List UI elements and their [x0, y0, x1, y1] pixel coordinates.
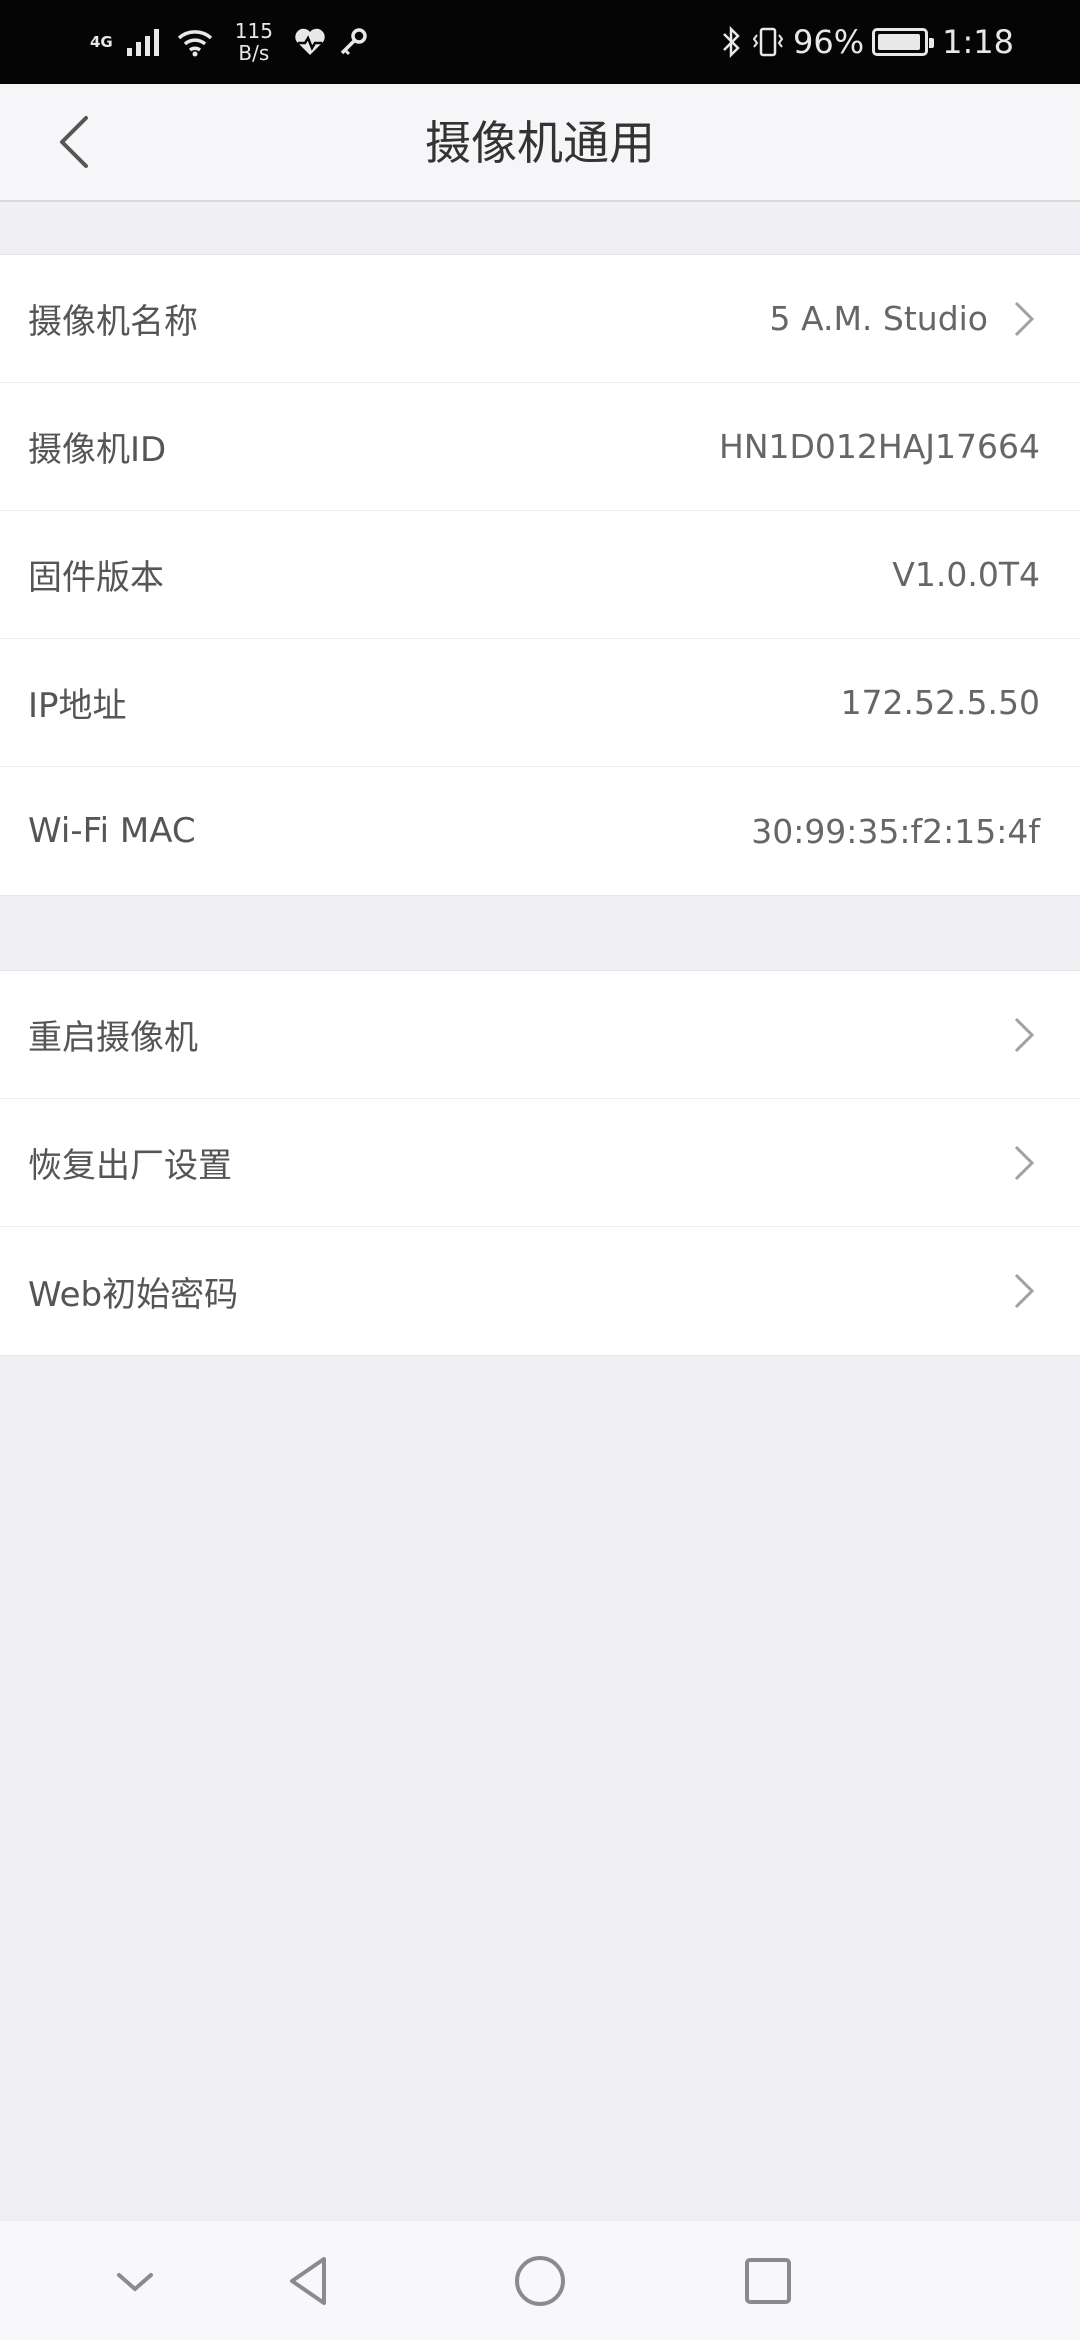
row-label: 恢复出厂设置 [28, 1146, 232, 1186]
web-initial-password-row[interactable]: Web初始密码 [0, 1227, 1080, 1355]
chevron-right-icon [1014, 301, 1035, 336]
signal-icon [126, 29, 159, 56]
wifi-icon [177, 30, 212, 57]
row-value: V1.0.0T4 [892, 555, 1040, 594]
recents-square-icon[interactable] [738, 2251, 798, 2311]
restart-camera-row[interactable]: 重启摄像机 [0, 971, 1080, 1099]
camera-name-row[interactable]: 摄像机名称 5 A.M. Studio [0, 255, 1080, 383]
chevron-right-icon [1014, 1273, 1035, 1309]
row-label: IP地址 [28, 686, 127, 726]
ip-address-row: IP地址 172.52.5.50 [0, 639, 1080, 767]
row-value: 5 A.M. Studio [769, 299, 988, 338]
row-value: 172.52.5.50 [840, 683, 1040, 722]
row-label: Wi-Fi MAC [28, 811, 196, 851]
page-title: 摄像机通用 [425, 116, 655, 170]
battery-level-fill [878, 34, 921, 50]
collapse-icon[interactable] [105, 2251, 165, 2311]
network-type: 4G [90, 33, 113, 51]
back-triangle-icon[interactable] [280, 2251, 340, 2311]
battery-percent: 96% [793, 23, 865, 61]
row-label: 重启摄像机 [28, 1018, 198, 1058]
row-label: 摄像机名称 [28, 302, 198, 342]
factory-reset-row[interactable]: 恢复出厂设置 [0, 1099, 1080, 1227]
vibrate-icon [752, 27, 784, 57]
firmware-version-row: 固件版本 V1.0.0T4 [0, 511, 1080, 639]
row-value: 30:99:35:f2:15:4f [751, 811, 1040, 851]
camera-info-list: 摄像机名称 5 A.M. Studio 摄像机ID HN1D012HAJ1766… [0, 254, 1080, 896]
app-header: 摄像机通用 [0, 84, 1080, 202]
network-speed: 115 B/s [234, 19, 273, 65]
battery-icon [872, 28, 935, 56]
row-label: 摄像机ID [28, 430, 167, 470]
bluetooth-icon [723, 25, 740, 59]
chevron-right-icon [1014, 1145, 1035, 1180]
health-heart-icon [295, 28, 325, 55]
row-label: 固件版本 [28, 558, 164, 598]
system-nav-bar [0, 2220, 1080, 2340]
home-circle-icon[interactable] [510, 2251, 570, 2311]
row-label: Web初始密码 [28, 1274, 239, 1315]
status-bar: 4G 115 B/s 96% 1:18 [0, 0, 1080, 84]
row-value: HN1D012HAJ17664 [719, 427, 1040, 466]
key-icon [340, 28, 367, 56]
clock: 1:18 [942, 23, 1014, 61]
chevron-right-icon [1014, 1017, 1035, 1052]
camera-id-row: 摄像机ID HN1D012HAJ17664 [0, 383, 1080, 511]
camera-actions-list: 重启摄像机 恢复出厂设置 Web初始密码 [0, 970, 1080, 1356]
wifi-mac-row: Wi-Fi MAC 30:99:35:f2:15:4f [0, 767, 1080, 895]
